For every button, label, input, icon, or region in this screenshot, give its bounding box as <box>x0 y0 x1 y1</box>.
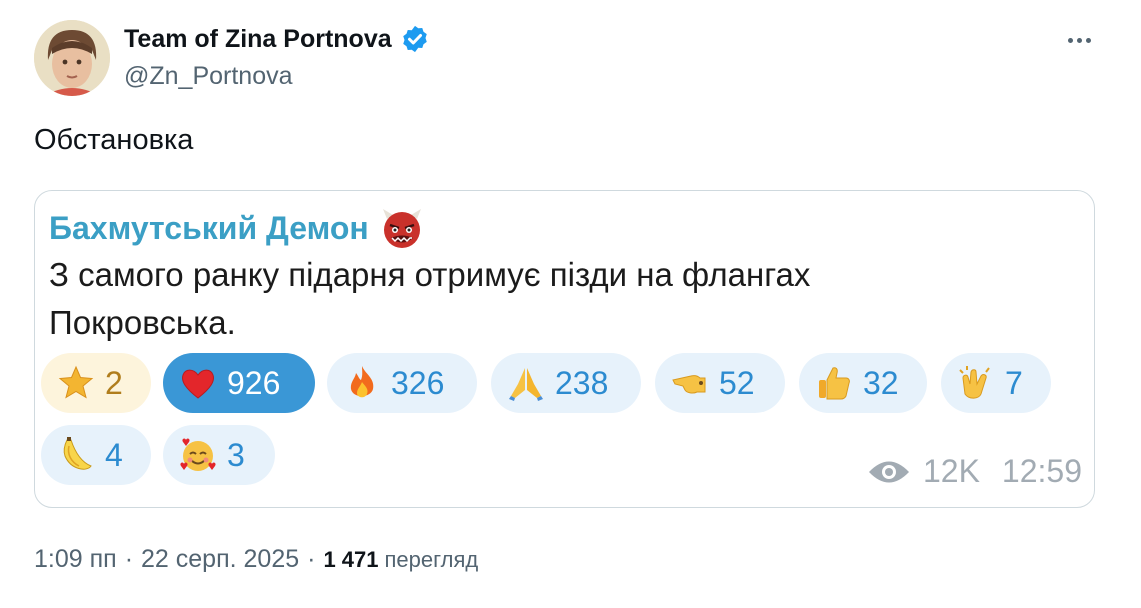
reaction-count: 926 <box>227 364 281 401</box>
reaction-banana[interactable]: 4 <box>41 425 151 485</box>
tweet-text: Обстановка <box>34 124 194 156</box>
verified-badge-icon[interactable] <box>400 24 430 54</box>
tweet-time[interactable]: 1:09 пп <box>34 545 117 574</box>
post-views: 12K <box>922 453 980 489</box>
reaction-fire[interactable]: 326 <box>327 353 477 413</box>
reaction-folded-hands[interactable]: 238 <box>491 353 641 413</box>
post-text: З самого ранку підарня отримує пізди на … <box>49 256 811 341</box>
post-meta: 12K 12:59 <box>867 453 1082 490</box>
more-options-button[interactable] <box>1062 26 1096 54</box>
more-dot-icon <box>1076 37 1082 43</box>
tweet-footer: 1:09 пп · 22 серп. 2025 · 1 471 перегляд <box>34 545 478 574</box>
thumbs-up-icon <box>819 367 850 400</box>
heart-icon <box>182 369 214 399</box>
reaction-star[interactable]: 2 <box>41 353 151 413</box>
author-name[interactable]: Team of Zina Portnova <box>124 25 392 54</box>
reaction-smiling-face-with-hearts[interactable]: 3 <box>163 425 275 485</box>
separator: · <box>124 545 134 573</box>
banana-icon <box>63 437 92 470</box>
smiling-face-with-hearts-icon <box>180 438 216 471</box>
embedded-telegram-post[interactable]: Бахмутський Демон З самого ранку підарня… <box>34 190 1095 508</box>
avatar-image <box>34 20 110 96</box>
reaction-clapping-hands[interactable]: 7 <box>941 353 1051 413</box>
reaction-count: 326 <box>391 364 445 401</box>
ogre-icon <box>382 209 421 248</box>
reaction-count: 238 <box>555 364 609 401</box>
more-dot-icon <box>1085 37 1091 43</box>
reaction-count: 52 <box>719 364 755 401</box>
folded-hands-icon <box>509 368 543 401</box>
more-dot-icon <box>1067 37 1073 43</box>
reaction-count: 7 <box>1005 364 1023 401</box>
reaction-count: 4 <box>105 436 123 473</box>
pointing-hand-icon <box>672 375 706 394</box>
eye-icon <box>868 461 909 482</box>
star-icon <box>58 365 94 399</box>
reaction-count: 3 <box>227 436 245 473</box>
reaction-pointing-hand[interactable]: 52 <box>655 353 785 413</box>
channel-row: Бахмутський Демон <box>49 205 425 251</box>
reaction-count: 2 <box>105 364 123 401</box>
views-label: перегляд <box>384 547 479 572</box>
tweet-date[interactable]: 22 серп. 2025 <box>141 545 299 574</box>
reaction-heart[interactable]: 926 <box>163 353 315 413</box>
avatar[interactable] <box>34 20 110 96</box>
views-count: 1 471 <box>323 547 379 572</box>
reaction-thumbs-up[interactable]: 32 <box>799 353 927 413</box>
clapping-hands-icon <box>959 366 990 399</box>
separator: · <box>307 545 316 573</box>
post-time: 12:59 <box>1001 453 1082 489</box>
fire-icon <box>350 366 374 398</box>
channel-name[interactable]: Бахмутський Демон <box>49 210 369 247</box>
author-row: Team of Zina Portnova <box>124 24 430 54</box>
reaction-count: 32 <box>863 364 899 401</box>
author-handle[interactable]: @Zn_Portnova <box>124 62 293 91</box>
